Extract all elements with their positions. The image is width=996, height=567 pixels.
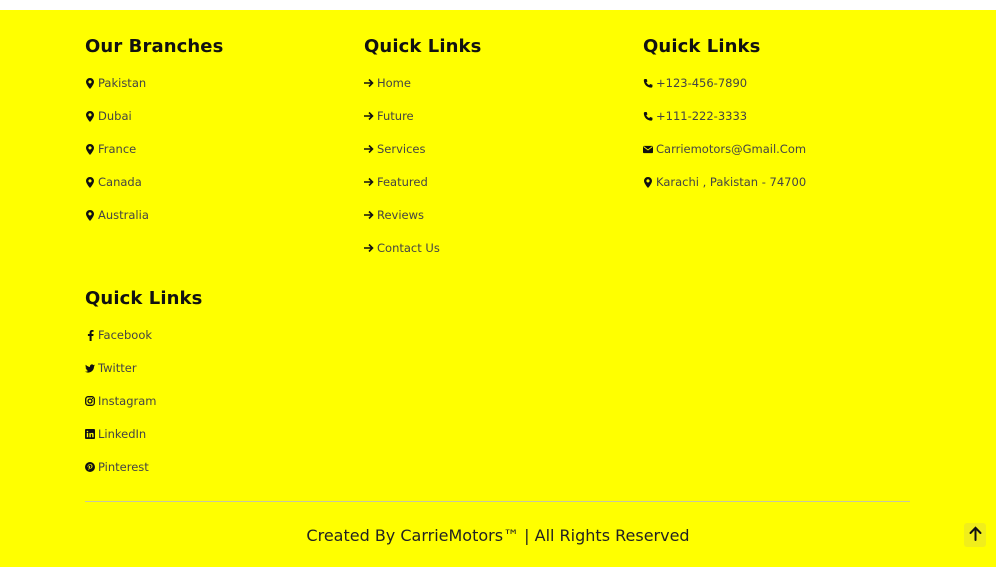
envelope-icon [643,143,653,155]
branch-label: Australia [98,208,149,222]
phone-label: +123-456-7890 [656,76,748,90]
list-item: Dubai [85,108,355,141]
nav-link-label: Services [377,142,426,156]
branch-label: Canada [98,175,142,189]
map-marker-icon [85,110,95,122]
nav-link-label: Reviews [377,208,425,222]
nav-link-label: Contact Us [377,241,440,255]
email-link[interactable]: Carriemotors@Gmail.Com [643,141,806,157]
map-marker-icon [85,77,95,89]
map-marker-icon [85,209,95,221]
map-marker-icon [85,143,95,155]
social-link-pinterest[interactable]: Pinterest [85,459,149,475]
site-footer: Our Branches Pakistan Dubai France Canad… [0,10,996,567]
social-list: Facebook Twitter Instagram LinkedIn Pint… [85,327,355,492]
arrow-right-icon [364,110,374,122]
list-item: +123-456-7890 [643,75,913,108]
contact-heading: Quick Links [643,36,761,57]
linkedin-icon [85,428,95,440]
phone-icon [643,77,653,89]
phone-link-primary[interactable]: +123-456-7890 [643,75,747,91]
arrow-right-icon [364,176,374,188]
social-link-facebook[interactable]: Facebook [85,327,152,343]
social-label: Pinterest [98,460,149,474]
social-link-instagram[interactable]: Instagram [85,393,157,409]
phone-label: +111-222-3333 [656,109,748,123]
social-label: LinkedIn [98,427,147,441]
social-label: Instagram [98,394,157,408]
list-item: Canada [85,174,355,207]
footer-divider [85,501,910,502]
nav-link-label: Home [377,76,411,90]
list-item: Home [364,75,634,108]
pinterest-icon [85,461,95,473]
list-item: Services [364,141,634,174]
branch-link-france[interactable]: France [85,141,136,157]
nav-link-services[interactable]: Services [364,141,426,157]
branch-link-dubai[interactable]: Dubai [85,108,132,124]
list-item: Pakistan [85,75,355,108]
list-item: Future [364,108,634,141]
contact-list: +123-456-7890 +111-222-3333 Carriemotors… [643,75,913,207]
social-label: Twitter [98,361,137,375]
address-link[interactable]: Karachi , Pakistan - 74700 [643,174,806,190]
list-item: Twitter [85,360,355,393]
list-item: Contact Us [364,240,634,273]
phone-link-secondary[interactable]: +111-222-3333 [643,108,747,124]
social-link-twitter[interactable]: Twitter [85,360,137,376]
map-marker-icon [85,176,95,188]
list-item: LinkedIn [85,426,355,459]
nav-link-home[interactable]: Home [364,75,411,91]
branches-heading: Our Branches [85,36,224,57]
arrow-right-icon [364,242,374,254]
social-heading: Quick Links [85,288,203,309]
nav-link-featured[interactable]: Featured [364,174,428,190]
instagram-icon [85,395,95,407]
arrow-right-icon [364,77,374,89]
copyright-text: Created By CarrieMotors™ | All Rights Re… [306,526,690,545]
quick-links-list: Home Future Services Featured Reviews Co… [364,75,634,273]
list-item: France [85,141,355,174]
branch-label: Pakistan [98,76,147,90]
branch-label: Dubai [98,109,132,123]
arrow-up-icon [969,525,982,545]
arrow-right-icon [364,143,374,155]
scroll-to-top-button[interactable] [964,523,986,547]
branch-link-australia[interactable]: Australia [85,207,149,223]
map-marker-icon [643,176,653,188]
quick-links-heading: Quick Links [364,36,482,57]
list-item: Australia [85,207,355,240]
social-label: Facebook [98,328,153,342]
twitter-icon [85,362,95,374]
nav-link-future[interactable]: Future [364,108,414,124]
list-item: Featured [364,174,634,207]
list-item: Instagram [85,393,355,426]
branch-label: France [98,142,137,156]
social-column: Quick Links Facebook Twitter Instagram L… [85,288,355,492]
quick-links-column: Quick Links Home Future Services Feature… [364,36,634,273]
address-label: Karachi , Pakistan - 74700 [656,175,807,189]
arrow-right-icon [364,209,374,221]
branches-list: Pakistan Dubai France Canada Australia [85,75,355,240]
branches-column: Our Branches Pakistan Dubai France Canad… [85,36,355,240]
nav-link-label: Featured [377,175,428,189]
nav-link-contact-us[interactable]: Contact Us [364,240,440,256]
facebook-icon [85,329,95,341]
nav-link-reviews[interactable]: Reviews [364,207,424,223]
contact-column: Quick Links +123-456-7890 +111-222-3333 [643,36,913,207]
list-item: +111-222-3333 [643,108,913,141]
list-item: Reviews [364,207,634,240]
nav-link-label: Future [377,109,414,123]
list-item: Carriemotors@Gmail.Com [643,141,913,174]
list-item: Pinterest [85,459,355,492]
list-item: Facebook [85,327,355,360]
branch-link-pakistan[interactable]: Pakistan [85,75,146,91]
social-link-linkedin[interactable]: LinkedIn [85,426,146,442]
phone-icon [643,110,653,122]
email-label: Carriemotors@Gmail.Com [656,142,807,156]
branch-link-canada[interactable]: Canada [85,174,142,190]
list-item: Karachi , Pakistan - 74700 [643,174,913,207]
